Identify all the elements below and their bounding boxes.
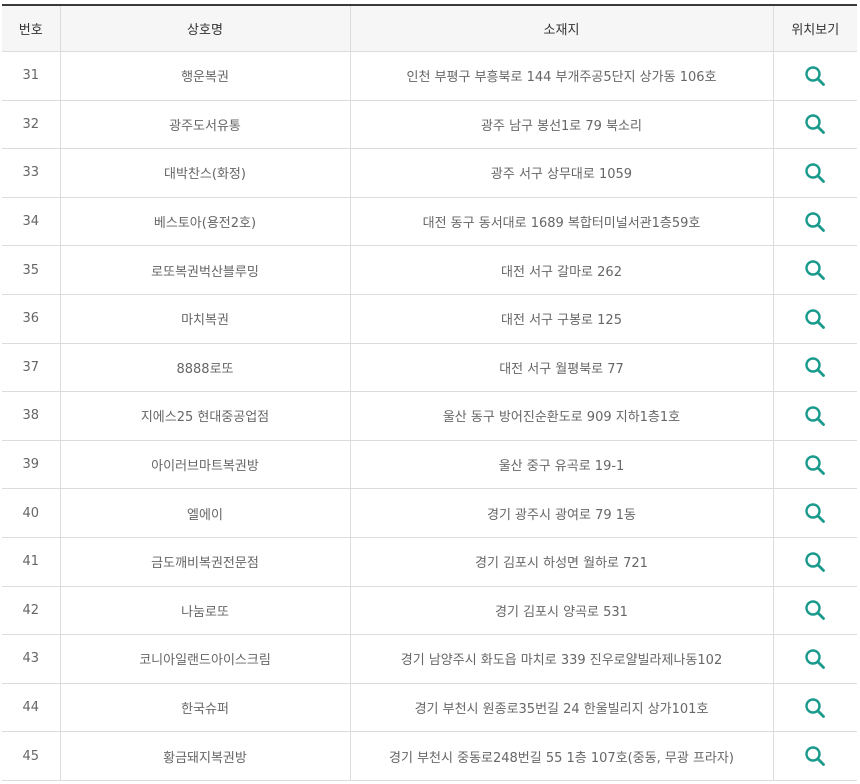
row-address: 대전 서구 월평북로 77 [349,343,774,393]
search-icon[interactable] [804,745,826,767]
row-store-name: 행운복권 [59,51,351,101]
row-address: 대전 서구 갈마로 262 [349,245,774,295]
row-location-cell [772,537,857,587]
table-row: 42 나눔로또 경기 김포시 양곡로 531 [2,586,857,636]
search-icon[interactable] [804,113,826,135]
row-store-name: 광주도서유통 [59,100,351,150]
row-num: 38 [2,391,61,441]
table-row: 39 아이러브마트복권방 울산 중구 유곡로 19-1 [2,440,857,490]
row-num: 36 [2,294,61,344]
row-location-cell [772,343,857,393]
row-address: 대전 동구 동서대로 1689 복합터미널서관1층59호 [349,197,774,247]
row-store-name: 엘에이 [59,488,351,538]
row-address: 광주 서구 상무대로 1059 [349,148,774,198]
table-row: 36 마치복권 대전 서구 구봉로 125 [2,294,857,344]
row-location-cell [772,683,857,733]
search-icon[interactable] [804,454,826,476]
row-address: 경기 부천시 원종로35번길 24 한울빌리지 상가101호 [349,683,774,733]
row-store-name: 코니아일랜드아이스크림 [59,634,351,684]
row-store-name: 8888로또 [59,343,351,393]
row-location-cell [772,440,857,490]
table-row: 45 황금돼지복권방 경기 부천시 중동로248번길 55 1층 107호(중동, … [2,731,857,781]
header-num: 번호 [2,5,61,52]
row-location-cell [772,100,857,150]
search-icon[interactable] [804,405,826,427]
table-body: 31 행운복권 인천 부평구 부흥북로 144 부개주공5단지 상가동 106호 32… [2,51,857,781]
table-row: 40 엘에이 경기 광주시 광여로 79 1동 [2,488,857,538]
table-row: 31 행운복권 인천 부평구 부흥북로 144 부개주공5단지 상가동 106호 [2,51,857,101]
row-num: 33 [2,148,61,198]
row-num: 42 [2,586,61,636]
search-icon[interactable] [804,162,826,184]
row-address: 울산 중구 유곡로 19-1 [349,440,774,490]
row-store-name: 나눔로또 [59,586,351,636]
table-header-row: 번호 상호명 소재지 위치보기 [2,5,857,52]
row-num: 45 [2,731,61,781]
row-location-cell [772,245,857,295]
row-num: 32 [2,100,61,150]
row-address: 경기 김포시 하성면 월하로 721 [349,537,774,587]
row-store-name: 아이러브마트복권방 [59,440,351,490]
row-location-cell [772,51,857,101]
search-icon[interactable] [804,551,826,573]
store-table: 번호 상호명 소재지 위치보기 31 행운복권 인천 부평구 부흥북로 144 부개… [2,4,857,781]
search-icon[interactable] [804,599,826,621]
row-store-name: 대박찬스(화정) [59,148,351,198]
search-icon[interactable] [804,259,826,281]
table-row: 38 지에스25 현대중공업점 울산 동구 방어진순환도로 909 지하1층1호 [2,391,857,441]
search-icon[interactable] [804,65,826,87]
row-address: 울산 동구 방어진순환도로 909 지하1층1호 [349,391,774,441]
row-num: 39 [2,440,61,490]
row-location-cell [772,391,857,441]
row-address: 경기 남양주시 화도읍 마치로 339 진우로얄빌라제나동102 [349,634,774,684]
row-address: 인천 부평구 부흥북로 144 부개주공5단지 상가동 106호 [349,51,774,101]
row-location-cell [772,197,857,247]
row-location-cell [772,148,857,198]
header-address: 소재지 [349,5,774,52]
table-row: 35 로또복권벅산블루밍 대전 서구 갈마로 262 [2,245,857,295]
search-icon[interactable] [804,502,826,524]
row-address: 경기 김포시 양곡로 531 [349,586,774,636]
table-row: 41 금도깨비복권전문점 경기 김포시 하성면 월하로 721 [2,537,857,587]
row-num: 37 [2,343,61,393]
table-row: 37 8888로또 대전 서구 월평북로 77 [2,343,857,393]
row-num: 35 [2,245,61,295]
row-location-cell [772,488,857,538]
row-store-name: 베스토아(용전2호) [59,197,351,247]
row-location-cell [772,586,857,636]
table-row: 43 코니아일랜드아이스크림 경기 남양주시 화도읍 마치로 339 진우로얄빌라제… [2,634,857,684]
row-num: 31 [2,51,61,101]
table-row: 33 대박찬스(화정) 광주 서구 상무대로 1059 [2,148,857,198]
row-address: 대전 서구 구봉로 125 [349,294,774,344]
search-icon[interactable] [804,308,826,330]
row-store-name: 로또복권벅산블루밍 [59,245,351,295]
row-num: 40 [2,488,61,538]
row-location-cell [772,731,857,781]
table-row: 44 한국슈퍼 경기 부천시 원종로35번길 24 한울빌리지 상가101호 [2,683,857,733]
search-icon[interactable] [804,211,826,233]
header-name: 상호명 [59,5,351,52]
row-location-cell [772,634,857,684]
row-address: 경기 부천시 중동로248번길 55 1층 107호(중동, 무광 프라자) [349,731,774,781]
row-store-name: 한국슈퍼 [59,683,351,733]
row-address: 경기 광주시 광여로 79 1동 [349,488,774,538]
search-icon[interactable] [804,356,826,378]
row-num: 34 [2,197,61,247]
table-row: 32 광주도서유통 광주 남구 봉선1로 79 북소리 [2,100,857,150]
row-store-name: 황금돼지복권방 [59,731,351,781]
row-num: 41 [2,537,61,587]
table-row: 34 베스토아(용전2호) 대전 동구 동서대로 1689 복합터미널서관1층59호 [2,197,857,247]
search-icon[interactable] [804,697,826,719]
search-icon[interactable] [804,648,826,670]
row-num: 43 [2,634,61,684]
row-store-name: 마치복권 [59,294,351,344]
row-store-name: 지에스25 현대중공업점 [59,391,351,441]
row-store-name: 금도깨비복권전문점 [59,537,351,587]
row-address: 광주 남구 봉선1로 79 북소리 [349,100,774,150]
row-location-cell [772,294,857,344]
header-location: 위치보기 [772,5,857,52]
row-num: 44 [2,683,61,733]
